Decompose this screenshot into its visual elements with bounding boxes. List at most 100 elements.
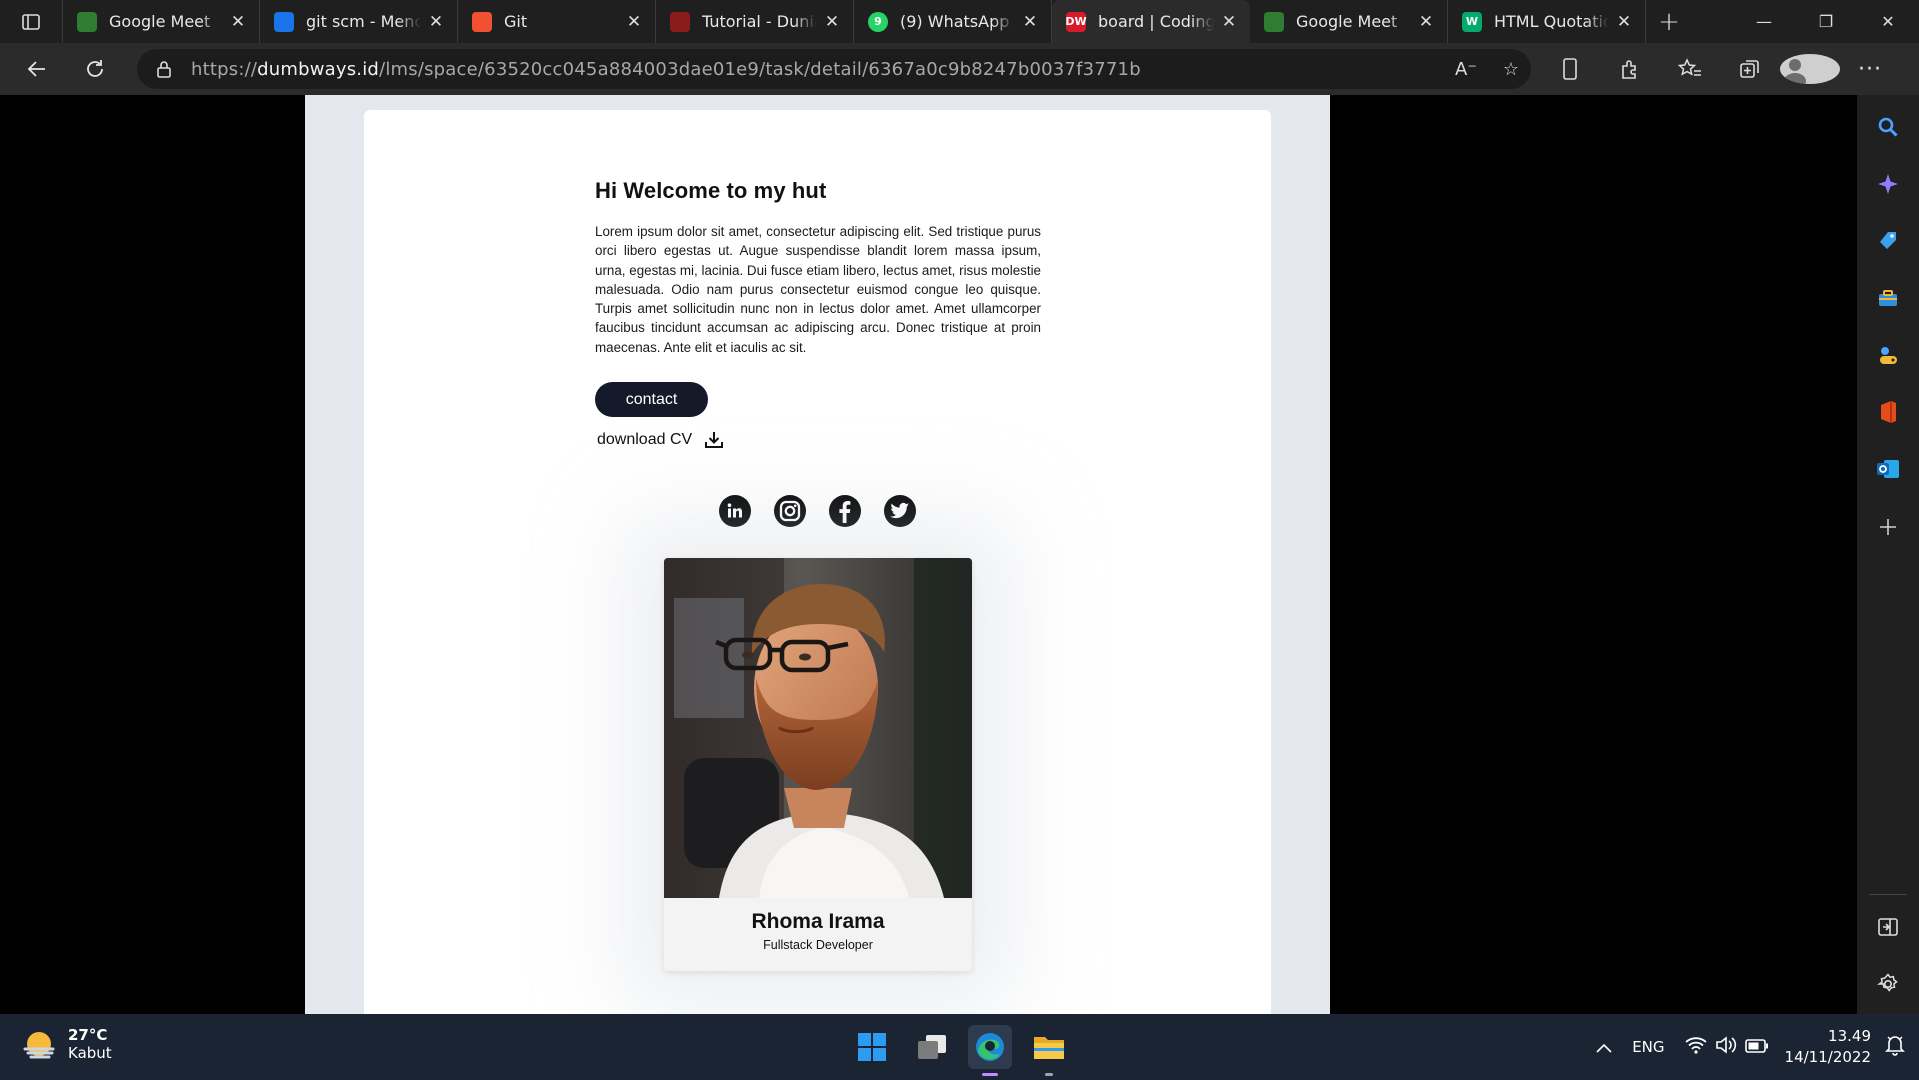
url-text[interactable]: https://dumbways.id/lms/space/63520cc045… (191, 59, 1141, 80)
refresh-icon (87, 60, 103, 77)
sidebar-settings-icon[interactable] (1857, 964, 1919, 1004)
download-icon (705, 432, 724, 449)
profile-card: Rhoma Irama Fullstack Developer (664, 558, 972, 971)
google-meet-icon (77, 11, 97, 32)
close-window-button[interactable]: ✕ (1857, 0, 1919, 43)
git-icon (472, 11, 492, 32)
sidebar-office-icon[interactable] (1857, 392, 1919, 432)
profile-photo (664, 558, 972, 898)
collections-icon[interactable] (1720, 58, 1780, 80)
system-tray: ENG 13.49 14/11/2022 (1586, 1014, 1919, 1080)
tab-title: Tutorial - Dunia Coding (702, 12, 817, 31)
intro-section: Hi Welcome to my hut Lorem ipsum dolor s… (595, 178, 1041, 449)
sidebar-shopping-icon[interactable] (1857, 221, 1919, 261)
taskbar-edge-app[interactable] (968, 1025, 1012, 1076)
close-tab-icon[interactable]: ✕ (1021, 12, 1039, 32)
windows-taskbar: 27°C Kabut ENG 13.49 14/11/2022 (0, 1014, 1919, 1080)
sidebar-games-icon[interactable] (1857, 335, 1919, 375)
refresh-button[interactable] (66, 43, 124, 95)
close-tab-icon[interactable]: ✕ (823, 12, 841, 32)
tab-title: Google Meet (109, 12, 211, 31)
sidebar-search-icon[interactable] (1857, 107, 1919, 147)
add-favorite-icon[interactable]: ☆ (1503, 59, 1519, 80)
back-button[interactable] (8, 43, 66, 95)
clock-time: 13.49 (1828, 1027, 1871, 1045)
extensions-icon[interactable] (1600, 58, 1660, 80)
app-available-icon[interactable] (1540, 58, 1600, 80)
url-prefix: https:// (191, 58, 258, 80)
notification-icon[interactable] (1883, 1034, 1919, 1060)
instagram-icon[interactable] (774, 495, 806, 527)
browser-tab[interactable]: DW board | Coding ✕ (1052, 0, 1250, 43)
avatar (1780, 54, 1840, 84)
folder-icon (1034, 1037, 1064, 1059)
read-aloud-icon[interactable]: A⁻ (1455, 59, 1477, 80)
taskbar-file-explorer[interactable] (1027, 1025, 1071, 1076)
sidebar-tools-icon[interactable] (1857, 278, 1919, 318)
tab-list: Google Meet✕git scm - Mencari✕Git✕Tutori… (62, 0, 1646, 43)
linkedin-icon[interactable] (719, 495, 751, 527)
sidebar-hide-icon[interactable] (1857, 907, 1919, 947)
address-bar[interactable]: https://dumbways.id/lms/space/63520cc045… (137, 49, 1531, 89)
close-tab-icon[interactable]: ✕ (625, 12, 643, 32)
lock-icon[interactable] (137, 60, 191, 78)
edge-browser-icon (976, 1033, 1004, 1061)
browser-tab[interactable]: git scm - Mencari ✕ (260, 0, 458, 43)
contact-button[interactable]: contact (595, 382, 708, 418)
browser-tab[interactable]: Tutorial - Dunia Coding ✕ (656, 0, 854, 43)
browser-tab[interactable]: Google Meet ✕ (1250, 0, 1448, 43)
sidebar-add-icon[interactable] (1857, 507, 1919, 547)
restore-button[interactable]: ❐ (1795, 0, 1857, 43)
clock-date: 14/11/2022 (1784, 1048, 1871, 1066)
page-title: Hi Welcome to my hut (595, 178, 827, 203)
tab-title: Git (504, 12, 528, 31)
profile-button[interactable] (1780, 54, 1840, 84)
facebook-icon[interactable] (829, 495, 861, 527)
tab-title: (9) WhatsApp (900, 12, 1010, 31)
edge-sidebar (1857, 95, 1919, 1014)
new-tab-button[interactable]: + (1646, 0, 1692, 43)
volume-icon[interactable] (1711, 1036, 1741, 1058)
weather-condition: Kabut (68, 1044, 112, 1062)
tab-title: HTML Quotation (1494, 12, 1609, 31)
w3schools-icon: W (1462, 11, 1482, 32)
settings-more-button[interactable]: ··· (1840, 57, 1900, 82)
tab-title: Google Meet (1296, 12, 1398, 31)
windows-logo-icon (858, 1033, 886, 1061)
download-cv-link[interactable]: download CV (597, 431, 1041, 449)
browser-tab[interactable]: W HTML Quotation ✕ (1448, 0, 1646, 43)
close-tab-icon[interactable]: ✕ (229, 12, 247, 32)
social-links (719, 495, 916, 527)
weather-widget[interactable]: 27°C Kabut (22, 1026, 112, 1062)
sidebar-outlook-icon[interactable] (1857, 449, 1919, 489)
language-indicator[interactable]: ENG (1622, 1038, 1674, 1056)
tab-title: board | Coding (1098, 12, 1214, 31)
page-background: Hi Welcome to my hut Lorem ipsum dolor s… (305, 95, 1330, 1014)
page-card: Hi Welcome to my hut Lorem ipsum dolor s… (364, 110, 1271, 1014)
close-tab-icon[interactable]: ✕ (1220, 12, 1238, 32)
twitter-icon[interactable] (884, 495, 916, 527)
tab-actions-button[interactable] (0, 0, 62, 43)
browser-tab[interactable]: Google Meet ✕ (62, 0, 260, 43)
sidebar-divider (1869, 894, 1907, 895)
close-tab-icon[interactable]: ✕ (1615, 12, 1633, 32)
task-view-icon (918, 1035, 946, 1059)
show-hidden-icons[interactable] (1586, 1038, 1622, 1057)
browser-tab[interactable]: 9 (9) WhatsApp ✕ (854, 0, 1052, 43)
system-clock[interactable]: 13.49 14/11/2022 (1777, 1026, 1883, 1068)
wifi-icon[interactable] (1675, 1036, 1711, 1058)
download-cv-label: download CV (597, 431, 693, 449)
page-viewport: Hi Welcome to my hut Lorem ipsum dolor s… (0, 95, 1857, 1014)
minimize-button[interactable]: — (1733, 0, 1795, 43)
weather-temperature: 27°C (68, 1026, 108, 1044)
favorites-icon[interactable] (1660, 58, 1720, 80)
youtube-icon (670, 11, 690, 32)
close-tab-icon[interactable]: ✕ (427, 12, 445, 32)
sidebar-discover-icon[interactable] (1857, 164, 1919, 204)
browser-tab[interactable]: Git ✕ (458, 0, 656, 43)
start-button[interactable] (850, 1025, 894, 1069)
profile-caption: Rhoma Irama Fullstack Developer (664, 898, 972, 971)
battery-icon[interactable] (1741, 1038, 1777, 1057)
task-view-button[interactable] (910, 1025, 954, 1069)
close-tab-icon[interactable]: ✕ (1417, 12, 1435, 32)
